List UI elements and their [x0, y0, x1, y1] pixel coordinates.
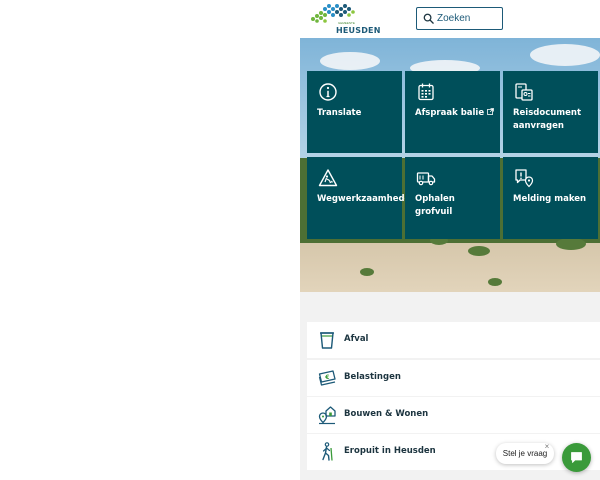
hero-sand [300, 243, 600, 292]
hero-cloud [320, 52, 380, 70]
hero-cloud [530, 44, 600, 66]
search-box[interactable] [416, 7, 503, 30]
house-location-icon [318, 406, 336, 425]
truck-icon [416, 172, 436, 186]
list-item-label: Afval [344, 334, 369, 344]
chat-close-icon[interactable]: × [543, 443, 551, 451]
hiker-icon [322, 442, 333, 461]
search-input[interactable] [437, 11, 499, 26]
tile-ophalen-grofvuil[interactable]: Ophalen grofvuil [405, 157, 500, 239]
list-item-label: Bouwen & Wonen [344, 409, 429, 419]
list-item-afval[interactable]: Afval [307, 322, 600, 358]
money-icon: € [318, 370, 336, 386]
report-location-icon [515, 169, 534, 188]
bin-icon [320, 332, 334, 349]
list-item-label: Eropuit in Heusden [344, 446, 436, 456]
tile-label: Melding maken [513, 194, 587, 204]
chat-icon [571, 452, 582, 463]
info-icon [319, 83, 337, 101]
tile-wegwerkzaamheden[interactable]: Wegwerkzaamheden [307, 157, 417, 239]
hero-banner: Translate Afspraak balie Reisdocument aa… [300, 38, 600, 292]
tile-afspraak-balie[interactable]: Afspraak balie [405, 71, 500, 153]
tile-label: Translate [317, 108, 362, 118]
external-link-icon [487, 108, 494, 115]
empty-area [0, 0, 300, 480]
gemeente-heusden-logo[interactable]: GEMEENTE HEUSDEN [307, 3, 380, 35]
list-item-belastingen[interactable]: € Belastingen [307, 360, 600, 396]
id-card-icon [515, 83, 533, 101]
tile-label: Afspraak balie [415, 107, 495, 120]
hero-bush [488, 278, 502, 286]
tile-melding-maken[interactable]: Melding maken [503, 157, 598, 239]
list-item-label: Belastingen [344, 372, 401, 382]
tile-translate[interactable]: Translate [307, 71, 402, 153]
tile-label-text: Afspraak balie [415, 108, 485, 118]
hero-bush [360, 268, 374, 276]
header: GEMEENTE HEUSDEN [300, 0, 600, 38]
tile-label: Ophalen grofvuil [415, 194, 455, 217]
calendar-icon [418, 83, 434, 101]
svg-text:€: € [324, 374, 329, 381]
list-item-bouwen-wonen[interactable]: Bouwen & Wonen [307, 397, 600, 433]
search-icon[interactable] [423, 13, 434, 24]
page: GEMEENTE HEUSDEN Zoeken Translate Afspra… [0, 0, 600, 480]
logo-subtitle: GEMEENTE [338, 21, 355, 25]
roadwork-icon [318, 169, 338, 187]
tile-label: Wegwerkzaamheden [317, 194, 417, 204]
tile-reisdocument-aanvragen[interactable]: Reisdocument aanvragen [503, 71, 598, 153]
tile-label: Reisdocument aanvragen [513, 108, 582, 131]
list-item-eropuit-in-heusden[interactable]: Eropuit in Heusden [307, 434, 600, 470]
hero-bush [468, 246, 490, 256]
website-viewport: GEMEENTE HEUSDEN Zoeken Translate Afspra… [300, 0, 600, 480]
chat-button[interactable] [562, 443, 591, 472]
logo-text: HEUSDEN [336, 26, 381, 35]
quick-links-grid: Translate Afspraak balie Reisdocument aa… [307, 71, 599, 241]
